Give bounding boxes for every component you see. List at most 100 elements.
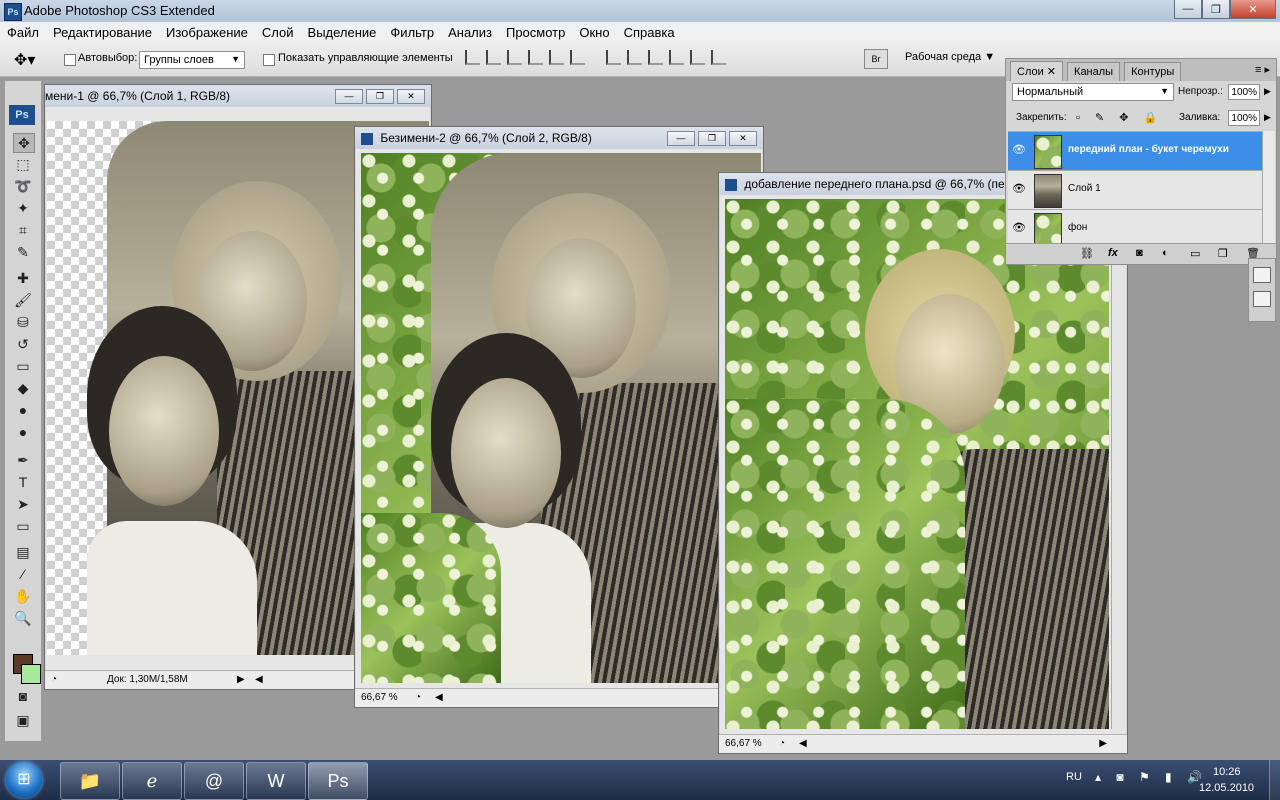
- history-brush-icon[interactable]: ↺: [13, 335, 33, 353]
- scroll-right-icon[interactable]: ▶: [1099, 735, 1107, 753]
- layer-row-foreground[interactable]: 👁 передний план - букет черемухи: [1008, 131, 1262, 170]
- ps-logo[interactable]: Ps: [9, 105, 35, 125]
- crop-tool-icon[interactable]: ⌗: [13, 221, 33, 239]
- eye-icon[interactable]: 👁: [1012, 144, 1026, 156]
- doc2-minimize-button[interactable]: —: [667, 131, 695, 146]
- doc3-canvas[interactable]: [725, 199, 1109, 729]
- marquee-tool-icon[interactable]: ⬚: [13, 155, 33, 173]
- eyedropper-icon[interactable]: ⁄: [13, 565, 33, 583]
- background-color-swatch[interactable]: [21, 664, 41, 684]
- type-tool-icon[interactable]: T: [13, 473, 33, 491]
- align-bottom-icon[interactable]: [507, 50, 522, 65]
- path-select-icon[interactable]: ➤: [13, 495, 33, 513]
- photoshop-icon[interactable]: Ps: [308, 762, 368, 800]
- distribute-vcenter-icon[interactable]: [627, 50, 642, 65]
- mail-icon[interactable]: @: [184, 762, 244, 800]
- align-hcenter-icon[interactable]: [549, 50, 564, 65]
- panel-menu-icon[interactable]: ≡ ▸: [1255, 63, 1270, 76]
- status-zoom-icon[interactable]: ◔: [415, 689, 421, 707]
- mask-icon[interactable]: ◙: [1136, 247, 1143, 259]
- scroll-left-icon[interactable]: ◀: [255, 671, 263, 689]
- menu-image[interactable]: Изображение: [159, 25, 255, 40]
- eye-icon[interactable]: 👁: [1012, 222, 1026, 234]
- align-top-icon[interactable]: [465, 50, 480, 65]
- menu-help[interactable]: Справка: [617, 25, 682, 40]
- doc1-restore-button[interactable]: ❐: [366, 89, 394, 104]
- doc1-titlebar[interactable]: мени-1 @ 66,7% (Слой 1, RGB/8) — ❐ ✕: [45, 85, 431, 107]
- blur-tool-icon[interactable]: ●: [13, 401, 33, 419]
- menu-edit[interactable]: Редактирование: [46, 25, 159, 40]
- move-tool-icon[interactable]: ✥▾: [14, 50, 35, 70]
- align-right-icon[interactable]: [570, 50, 585, 65]
- status-zoom-icon[interactable]: ◔: [779, 735, 785, 753]
- pen-tool-icon[interactable]: ✒: [13, 451, 33, 469]
- restore-button[interactable]: ❐: [1202, 0, 1230, 19]
- clock-time[interactable]: 10:26: [1213, 766, 1241, 778]
- healing-brush-icon[interactable]: ✚: [13, 269, 33, 287]
- doc2-restore-button[interactable]: ❐: [698, 131, 726, 146]
- minimize-button[interactable]: —: [1174, 0, 1202, 19]
- distribute-right-icon[interactable]: [711, 50, 726, 65]
- doc1-status-text[interactable]: Док: 1,30M/1,58M: [107, 671, 188, 689]
- autoselect-dropdown[interactable]: Группы слоев ▼: [139, 51, 245, 69]
- ie-icon[interactable]: ℯ: [122, 762, 182, 800]
- quick-mask-icon[interactable]: ◙: [13, 687, 33, 705]
- show-desktop-button[interactable]: [1269, 760, 1280, 800]
- scroll-left-icon[interactable]: ◀: [435, 689, 443, 707]
- menu-analysis[interactable]: Анализ: [441, 25, 499, 40]
- adjustment-icon[interactable]: ◐: [1162, 247, 1169, 259]
- link-icon[interactable]: ⛓: [1080, 247, 1094, 260]
- magic-wand-icon[interactable]: ✦: [13, 199, 33, 217]
- clone-stamp-icon[interactable]: ⛁: [13, 313, 33, 331]
- paint-bucket-icon[interactable]: ◆: [13, 379, 33, 397]
- dodge-tool-icon[interactable]: ●: [13, 423, 33, 441]
- distribute-left-icon[interactable]: [669, 50, 684, 65]
- tab-layers[interactable]: Слои ✕: [1010, 61, 1064, 81]
- language-indicator[interactable]: RU: [1066, 771, 1082, 783]
- doc2-zoom[interactable]: 66,67 %: [361, 689, 398, 707]
- tab-channels[interactable]: Каналы: [1067, 62, 1121, 81]
- notes-tool-icon[interactable]: ▤: [13, 543, 33, 561]
- menu-select[interactable]: Выделение: [301, 25, 384, 40]
- align-vcenter-icon[interactable]: [486, 50, 501, 65]
- menu-view[interactable]: Просмотр: [499, 25, 572, 40]
- menu-file[interactable]: Файл: [0, 25, 46, 40]
- doc1-minimize-button[interactable]: —: [335, 89, 363, 104]
- doc2-titlebar[interactable]: Безимени-2 @ 66,7% (Слой 2, RGB/8) — ❐ ✕: [355, 127, 763, 149]
- brush-tool-icon[interactable]: 🖌: [13, 291, 33, 309]
- menu-window[interactable]: Окно: [572, 25, 616, 40]
- autoselect-checkbox[interactable]: [64, 54, 76, 66]
- close-button[interactable]: ✕: [1230, 0, 1276, 19]
- tab-paths[interactable]: Контуры: [1124, 62, 1182, 81]
- status-arrow-icon[interactable]: ▶: [237, 671, 245, 689]
- info-icon[interactable]: [1253, 291, 1271, 307]
- workspace-button[interactable]: Рабочая среда ▼: [905, 51, 995, 63]
- hand-tool-icon[interactable]: ✋: [13, 587, 33, 605]
- menu-filter[interactable]: Фильтр: [383, 25, 441, 40]
- group-icon[interactable]: ▭: [1190, 247, 1200, 260]
- navigator-icon[interactable]: [1253, 267, 1271, 283]
- blend-mode-dropdown[interactable]: Нормальный ▼: [1012, 83, 1174, 101]
- explorer-icon[interactable]: 📁: [60, 762, 120, 800]
- shape-tool-icon[interactable]: ▭: [13, 517, 33, 535]
- start-button[interactable]: ⊞: [6, 762, 42, 798]
- status-zoom-icon[interactable]: ◔: [51, 671, 57, 689]
- distribute-hcenter-icon[interactable]: [690, 50, 705, 65]
- bridge-icon[interactable]: Br: [864, 49, 888, 69]
- lock-icons[interactable]: ▫ ✎ ✥ 🔒: [1076, 111, 1163, 124]
- eraser-tool-icon[interactable]: ▭: [13, 357, 33, 375]
- slice-tool-icon[interactable]: ✎: [13, 243, 33, 261]
- distribute-bottom-icon[interactable]: [648, 50, 663, 65]
- layers-scrollbar[interactable]: [1262, 131, 1275, 243]
- fill-input[interactable]: 100%: [1228, 110, 1260, 126]
- align-left-icon[interactable]: [528, 50, 543, 65]
- zoom-tool-icon[interactable]: 🔍: [13, 609, 33, 627]
- word-icon[interactable]: W: [246, 762, 306, 800]
- fill-slider-icon[interactable]: ▶: [1264, 112, 1271, 123]
- doc1-close-button[interactable]: ✕: [397, 89, 425, 104]
- doc3-zoom[interactable]: 66,67 %: [725, 735, 762, 753]
- lasso-tool-icon[interactable]: ➰: [13, 177, 33, 195]
- distribute-top-icon[interactable]: [606, 50, 621, 65]
- layer-row-layer1[interactable]: 👁 Слой 1: [1008, 170, 1262, 209]
- scroll-left-icon[interactable]: ◀: [799, 735, 807, 753]
